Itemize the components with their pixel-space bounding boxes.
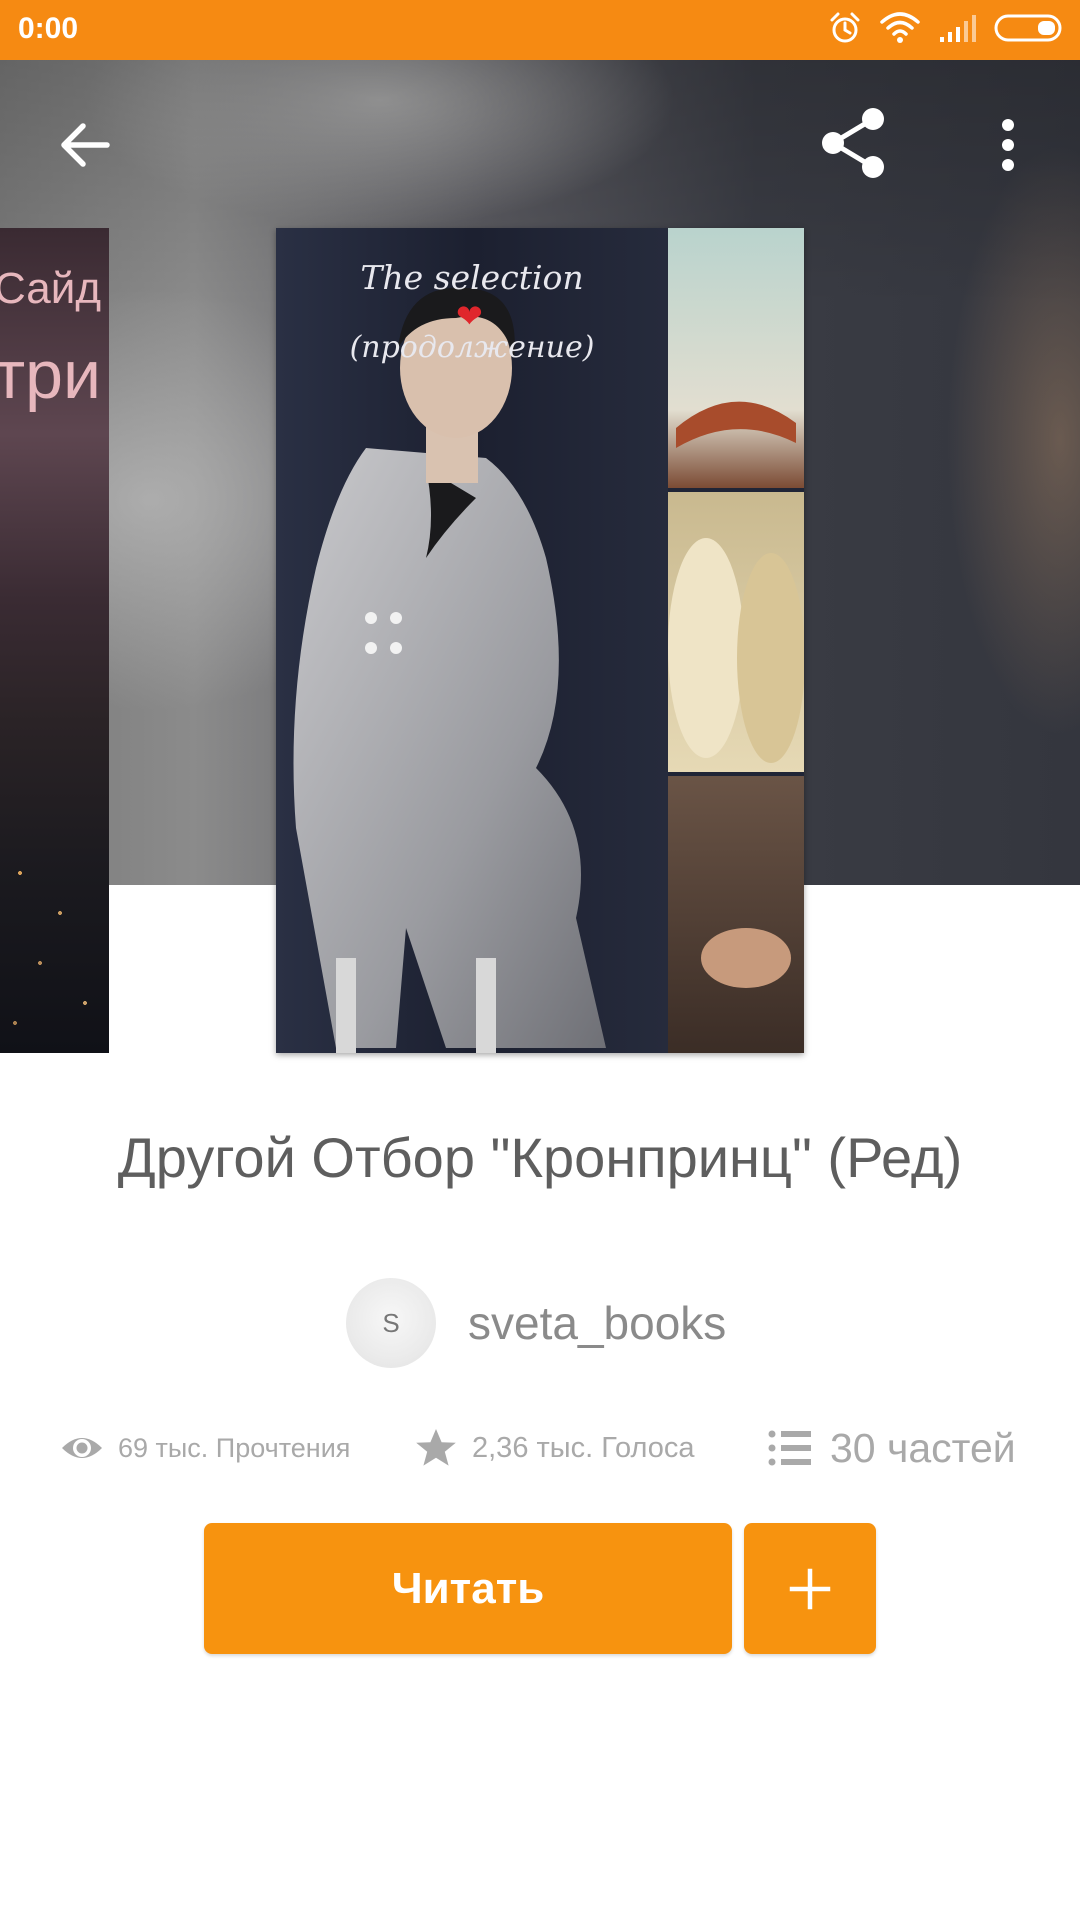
city-lights-image (0, 793, 109, 1053)
parts-stat[interactable]: 30 частей (768, 1420, 1016, 1476)
battery-icon (994, 13, 1066, 47)
read-button[interactable]: Читать (204, 1523, 732, 1654)
add-to-library-button[interactable] (744, 1523, 876, 1654)
share-icon (822, 108, 884, 178)
author-name[interactable]: sveta_books (468, 1296, 726, 1350)
star-icon (414, 1426, 458, 1470)
heart-icon: ❤ (456, 297, 483, 335)
more-vertical-icon (1002, 119, 1014, 171)
plus-icon (789, 1568, 831, 1609)
share-button[interactable] (808, 98, 898, 188)
previous-story-cover[interactable]: Сайд три (0, 228, 109, 1053)
parts-count[interactable]: 30 частей (830, 1425, 1016, 1472)
back-button[interactable] (40, 100, 130, 190)
status-icons (810, 8, 1066, 52)
story-details-screen: 0:00 Сайд три The selection ❤ (продолжен… (0, 0, 1080, 1920)
votes-stat: 2,36 тыс. Голоса (414, 1420, 695, 1476)
story-cover[interactable]: The selection ❤ (продолжение) (276, 228, 804, 1053)
status-bar: 0:00 (0, 0, 1080, 60)
alarm-icon (828, 11, 862, 49)
reads-stat: 69 тыс. Прочтения (60, 1420, 350, 1476)
previous-cover-text-1: Сайд (0, 264, 101, 313)
status-time: 0:00 (18, 12, 79, 45)
story-title: Другой Отбор "Кронпринц" (Ред) (117, 1126, 963, 1189)
previous-cover-text-2: три (0, 337, 101, 413)
reads-count: 69 тыс. Прочтения (118, 1432, 351, 1463)
more-options-button[interactable] (963, 100, 1053, 190)
arrow-left-icon (61, 123, 110, 167)
list-icon (768, 1430, 812, 1466)
cover-title-line-1: The selection (360, 258, 584, 297)
votes-count: 2,36 тыс. Голоса (472, 1431, 695, 1464)
wifi-icon (880, 12, 920, 48)
eye-icon (60, 1426, 104, 1470)
cover-title-line-2: (продолжение) (349, 330, 595, 365)
signal-icon (938, 13, 976, 47)
author-link[interactable]: S sveta_books (346, 1278, 726, 1368)
avatar[interactable]: S (346, 1278, 436, 1368)
